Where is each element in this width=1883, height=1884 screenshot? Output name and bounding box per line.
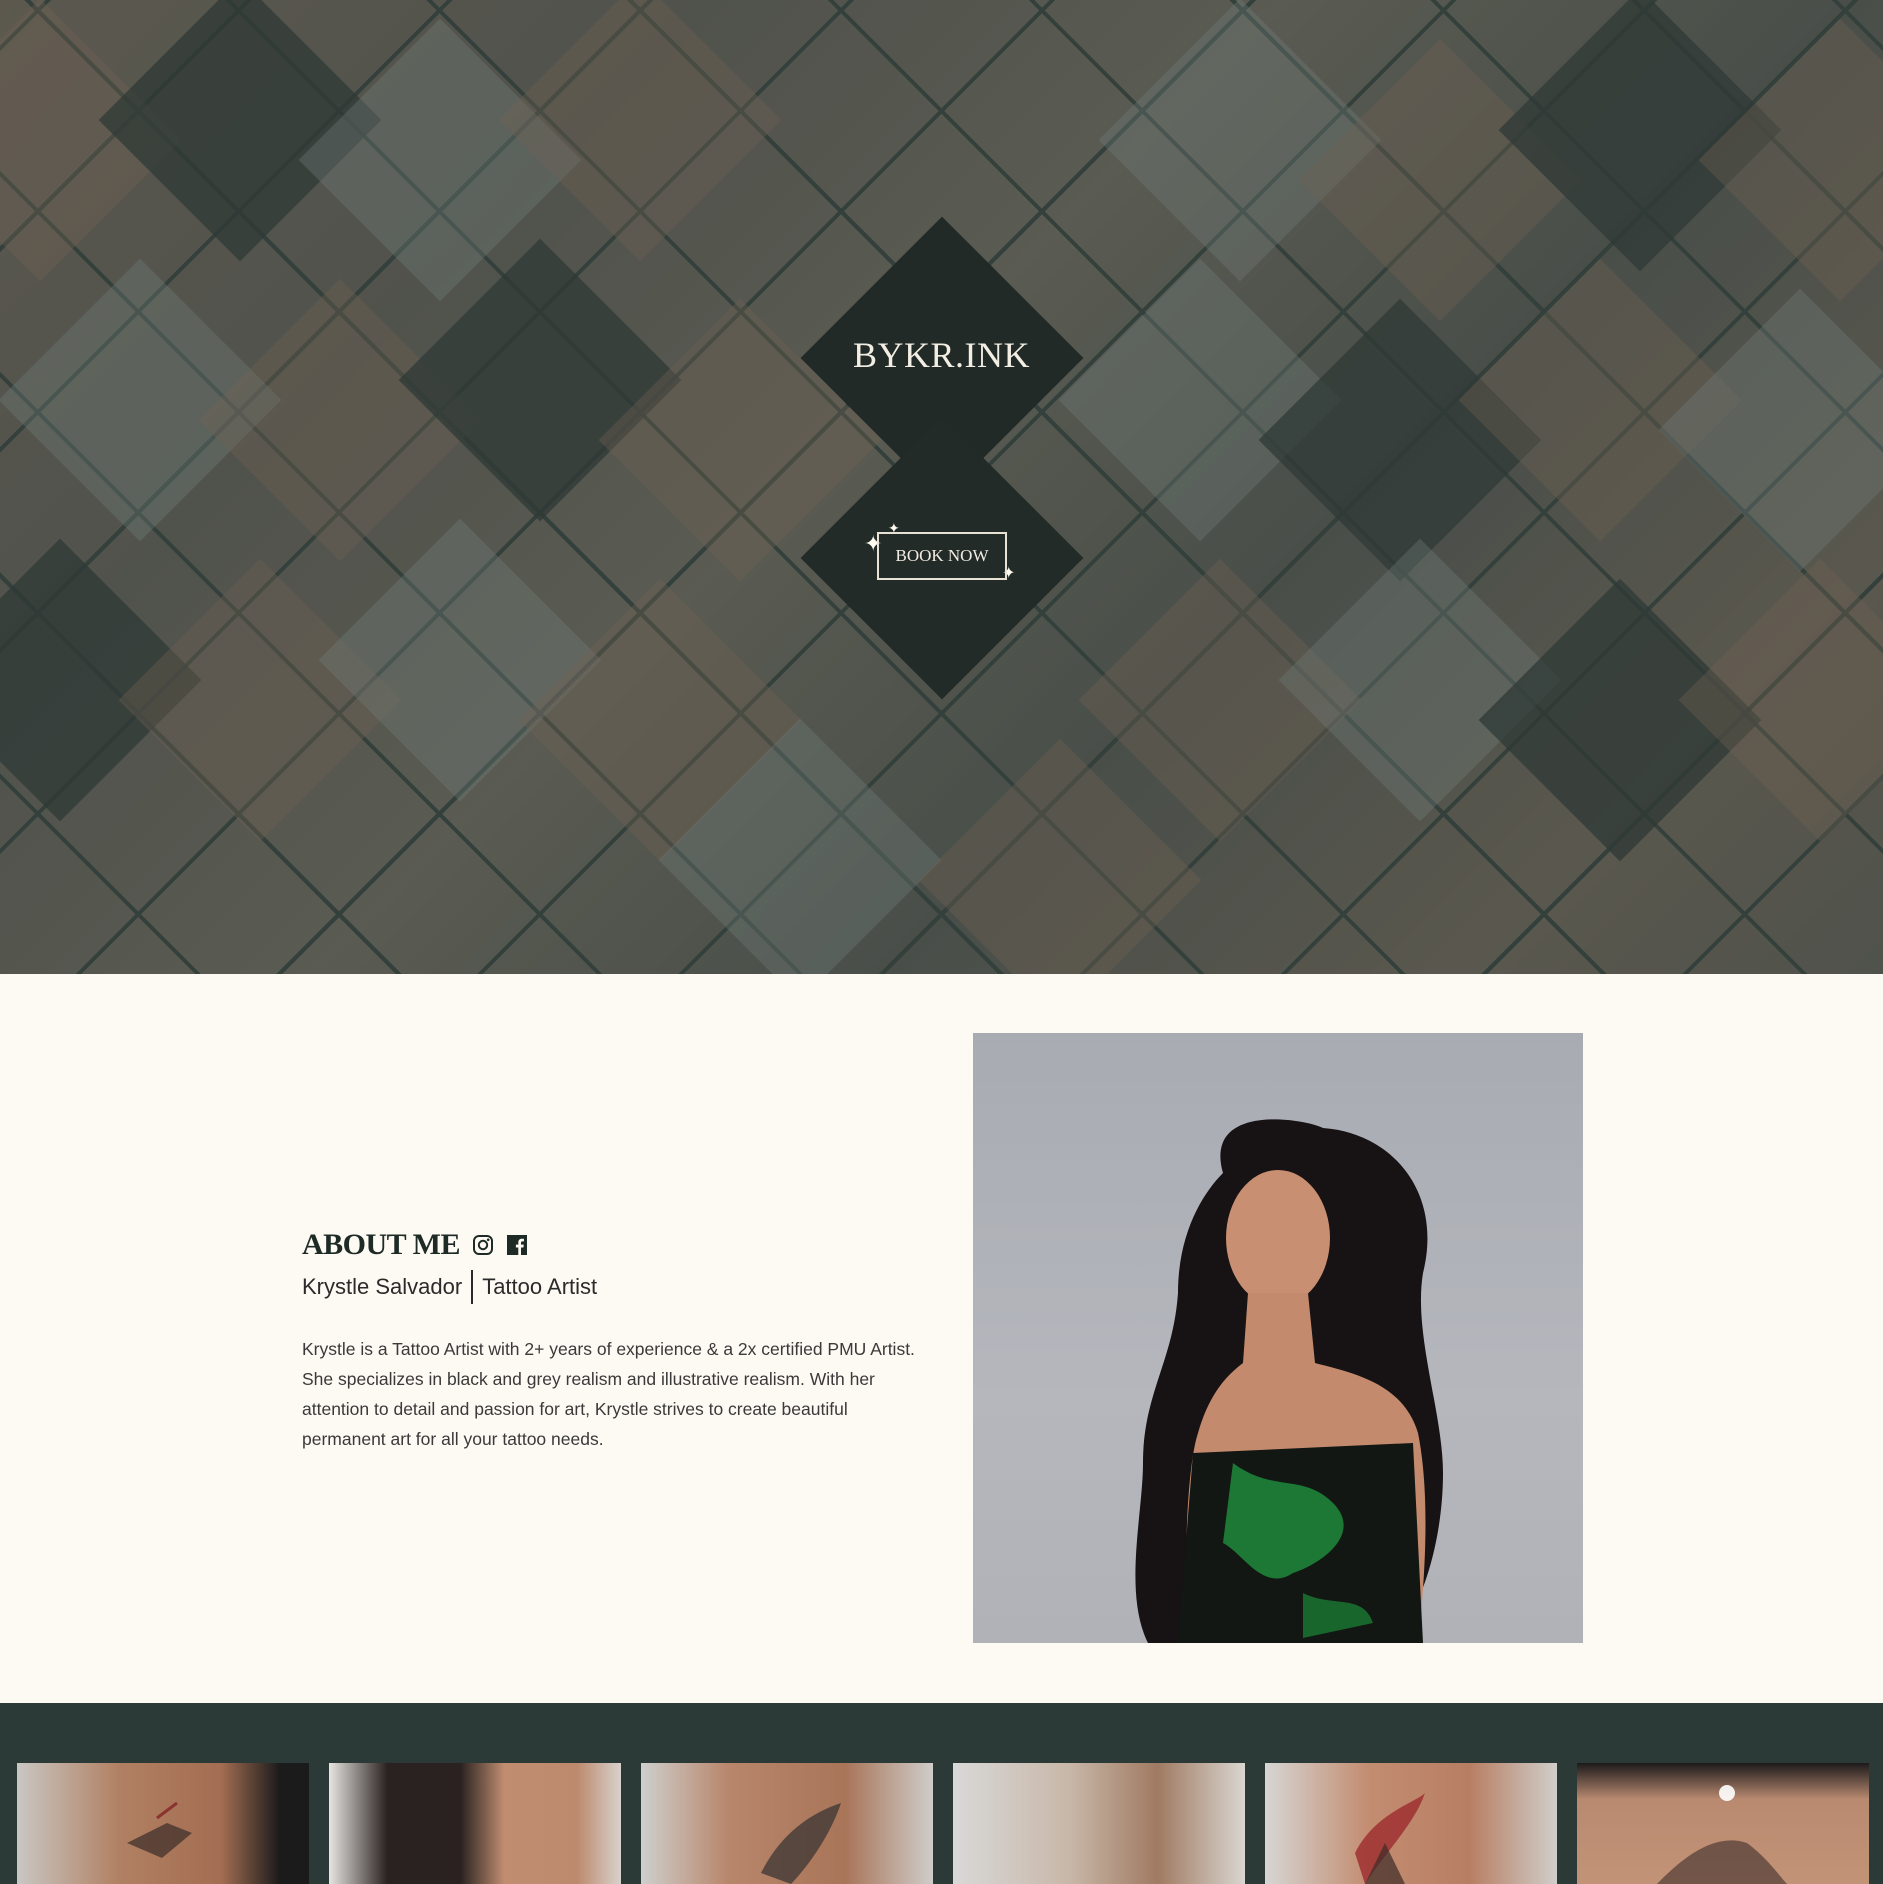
about-text-block: ABOUT ME Krystle Salvador Tattoo Artist … [302, 1228, 922, 1454]
divider [471, 1270, 474, 1304]
hero-banner: BYKR.INK ✦ ✦ ✦ BOOK NOW [0, 0, 1883, 974]
gallery-item-hummingbird[interactable] [17, 1763, 309, 1884]
tattoo-gallery [0, 1703, 1883, 1884]
gallery-item-neck[interactable] [329, 1763, 621, 1884]
artist-name: Krystle Salvador [302, 1274, 463, 1299]
artist-role: Tattoo Artist [482, 1274, 598, 1299]
facebook-icon[interactable] [506, 1234, 528, 1256]
book-now-button[interactable]: BOOK NOW [877, 532, 1007, 580]
gallery-item-floral[interactable] [1577, 1763, 1869, 1884]
about-heading: ABOUT ME [302, 1228, 922, 1262]
gallery-item-arm[interactable] [953, 1763, 1245, 1884]
about-title: ABOUT ME [302, 1228, 460, 1261]
gallery-item-tiger[interactable] [1265, 1763, 1557, 1884]
about-section: ABOUT ME Krystle Salvador Tattoo Artist … [0, 974, 1883, 1703]
name-role-line: Krystle Salvador Tattoo Artist [302, 1270, 922, 1304]
brand-title: BYKR.INK [852, 335, 1030, 375]
artist-bio: Krystle is a Tattoo Artist with 2+ years… [302, 1339, 915, 1449]
artist-portrait [973, 1033, 1583, 1643]
instagram-icon[interactable] [472, 1234, 494, 1256]
gallery-item-bird[interactable] [641, 1763, 933, 1884]
